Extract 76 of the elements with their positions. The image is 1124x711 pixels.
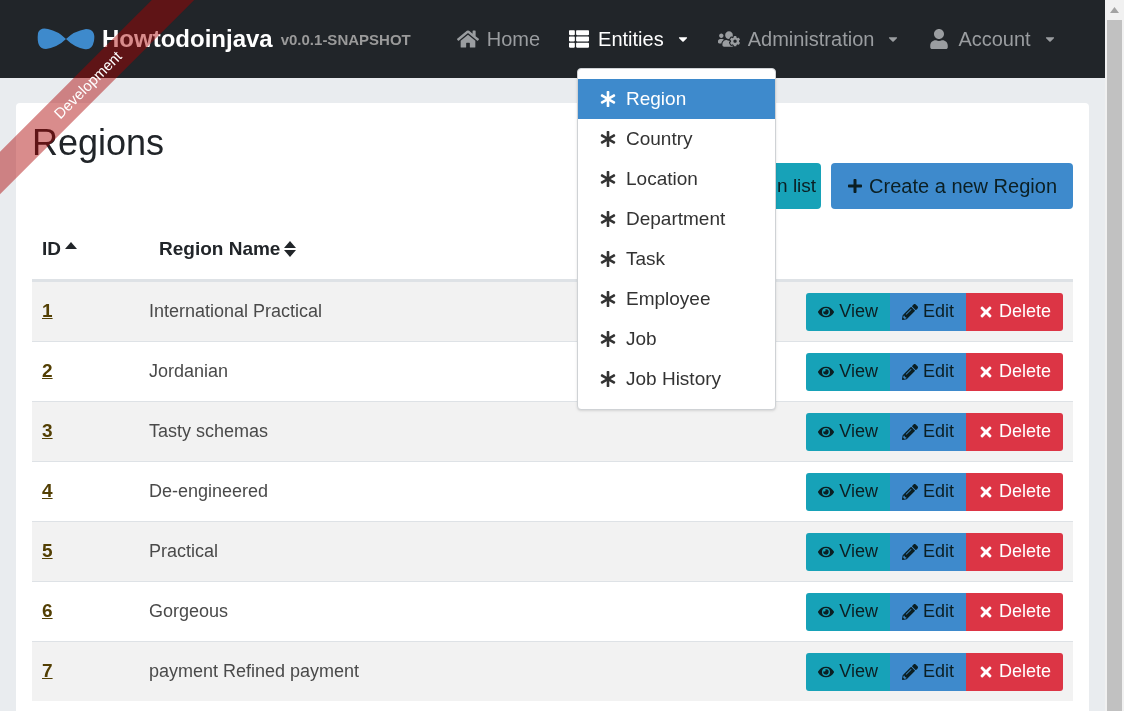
- pencil-icon: [901, 303, 918, 320]
- list-icon: [568, 29, 591, 49]
- dropdown-item[interactable]: Employee: [578, 279, 775, 319]
- delete-button[interactable]: Delete: [965, 292, 1063, 331]
- delete-button[interactable]: Delete: [965, 472, 1063, 511]
- edit-button[interactable]: Edit: [889, 412, 966, 451]
- region-name-cell-text: payment Refined payment: [149, 660, 360, 683]
- delete-button[interactable]: Delete: [965, 532, 1063, 571]
- user-icon: [928, 29, 951, 49]
- dropdown-item[interactable]: Job: [578, 319, 775, 359]
- nav-link[interactable]: Entities: [568, 24, 690, 54]
- edit-button[interactable]: Edit: [889, 292, 966, 331]
- home-icon: [456, 29, 479, 49]
- asterisk-icon: [600, 371, 616, 387]
- version-label: v0.0.1-SNAPSHOT: [280, 29, 411, 50]
- plus-icon: [847, 178, 864, 194]
- pencil-icon: [901, 543, 918, 560]
- users-gear-icon: [717, 29, 740, 49]
- id-link[interactable]: 2: [42, 360, 53, 382]
- scrollbar[interactable]: [1105, 0, 1124, 711]
- region-name-cell-text: International Practical: [149, 300, 323, 323]
- edit-button[interactable]: Edit: [889, 532, 966, 571]
- dropdown-item[interactable]: Department: [578, 199, 775, 239]
- column-header[interactable]: Region Name: [149, 234, 297, 264]
- region-name-cell-text: Tasty schemas: [149, 420, 269, 443]
- page-title: Regions: [32, 121, 165, 165]
- edit-button[interactable]: Edit: [889, 472, 966, 511]
- create-button[interactable]: Create a new Region: [831, 163, 1073, 209]
- asterisk-icon: [600, 251, 616, 267]
- asterisk-icon: [600, 211, 616, 227]
- view-button[interactable]: View: [806, 472, 890, 511]
- pencil-icon: [901, 423, 918, 440]
- delete-button[interactable]: Delete: [965, 652, 1063, 691]
- region-name-cell-text: Practical: [149, 540, 219, 563]
- region-name-cell-text: Gorgeous: [149, 600, 229, 623]
- dropdown-item[interactable]: Task: [578, 239, 775, 279]
- nav-link[interactable]: Administration: [717, 24, 901, 54]
- asterisk-icon: [600, 171, 616, 187]
- pencil-icon: [901, 363, 918, 380]
- view-button[interactable]: View: [806, 652, 890, 691]
- dropdown-item[interactable]: Country: [578, 119, 775, 159]
- region-name-cell-text: De-engineered: [149, 480, 269, 503]
- edit-button[interactable]: Edit: [889, 592, 966, 631]
- region-name-cell-text: Jordanian: [149, 360, 229, 383]
- dropdown-item[interactable]: Job History: [578, 359, 775, 399]
- asterisk-icon: [600, 131, 616, 147]
- bowtie-logo-icon: [36, 27, 96, 51]
- dropdown-item[interactable]: Region: [578, 79, 775, 119]
- view-button[interactable]: View: [806, 352, 890, 391]
- id-link[interactable]: 6: [42, 600, 53, 622]
- id-link[interactable]: 4: [42, 480, 53, 502]
- view-button[interactable]: View: [806, 532, 890, 571]
- view-button[interactable]: View: [806, 412, 890, 451]
- view-button[interactable]: View: [806, 592, 890, 631]
- delete-button[interactable]: Delete: [965, 592, 1063, 631]
- edit-button[interactable]: Edit: [889, 652, 966, 691]
- view-button[interactable]: View: [806, 292, 890, 331]
- asterisk-icon: [600, 291, 616, 307]
- dropdown-item[interactable]: Location: [578, 159, 775, 199]
- id-link[interactable]: 5: [42, 540, 53, 562]
- asterisk-icon: [600, 91, 616, 107]
- id-link[interactable]: 3: [42, 420, 53, 442]
- delete-button[interactable]: Delete: [965, 352, 1063, 391]
- delete-button[interactable]: Delete: [965, 412, 1063, 451]
- pencil-icon: [901, 663, 918, 680]
- pencil-icon: [901, 603, 918, 620]
- nav-link[interactable]: Home: [456, 24, 541, 54]
- id-link[interactable]: 1: [42, 300, 53, 322]
- pencil-icon: [901, 483, 918, 500]
- scroll-up-icon[interactable]: [1110, 7, 1119, 13]
- asterisk-icon: [600, 331, 616, 347]
- id-link[interactable]: 7: [42, 660, 53, 682]
- edit-button[interactable]: Edit: [889, 352, 966, 391]
- scrollbar-thumb[interactable]: [1107, 20, 1122, 711]
- nav-link[interactable]: Account: [928, 24, 1057, 54]
- column-header[interactable]: ID: [32, 234, 149, 264]
